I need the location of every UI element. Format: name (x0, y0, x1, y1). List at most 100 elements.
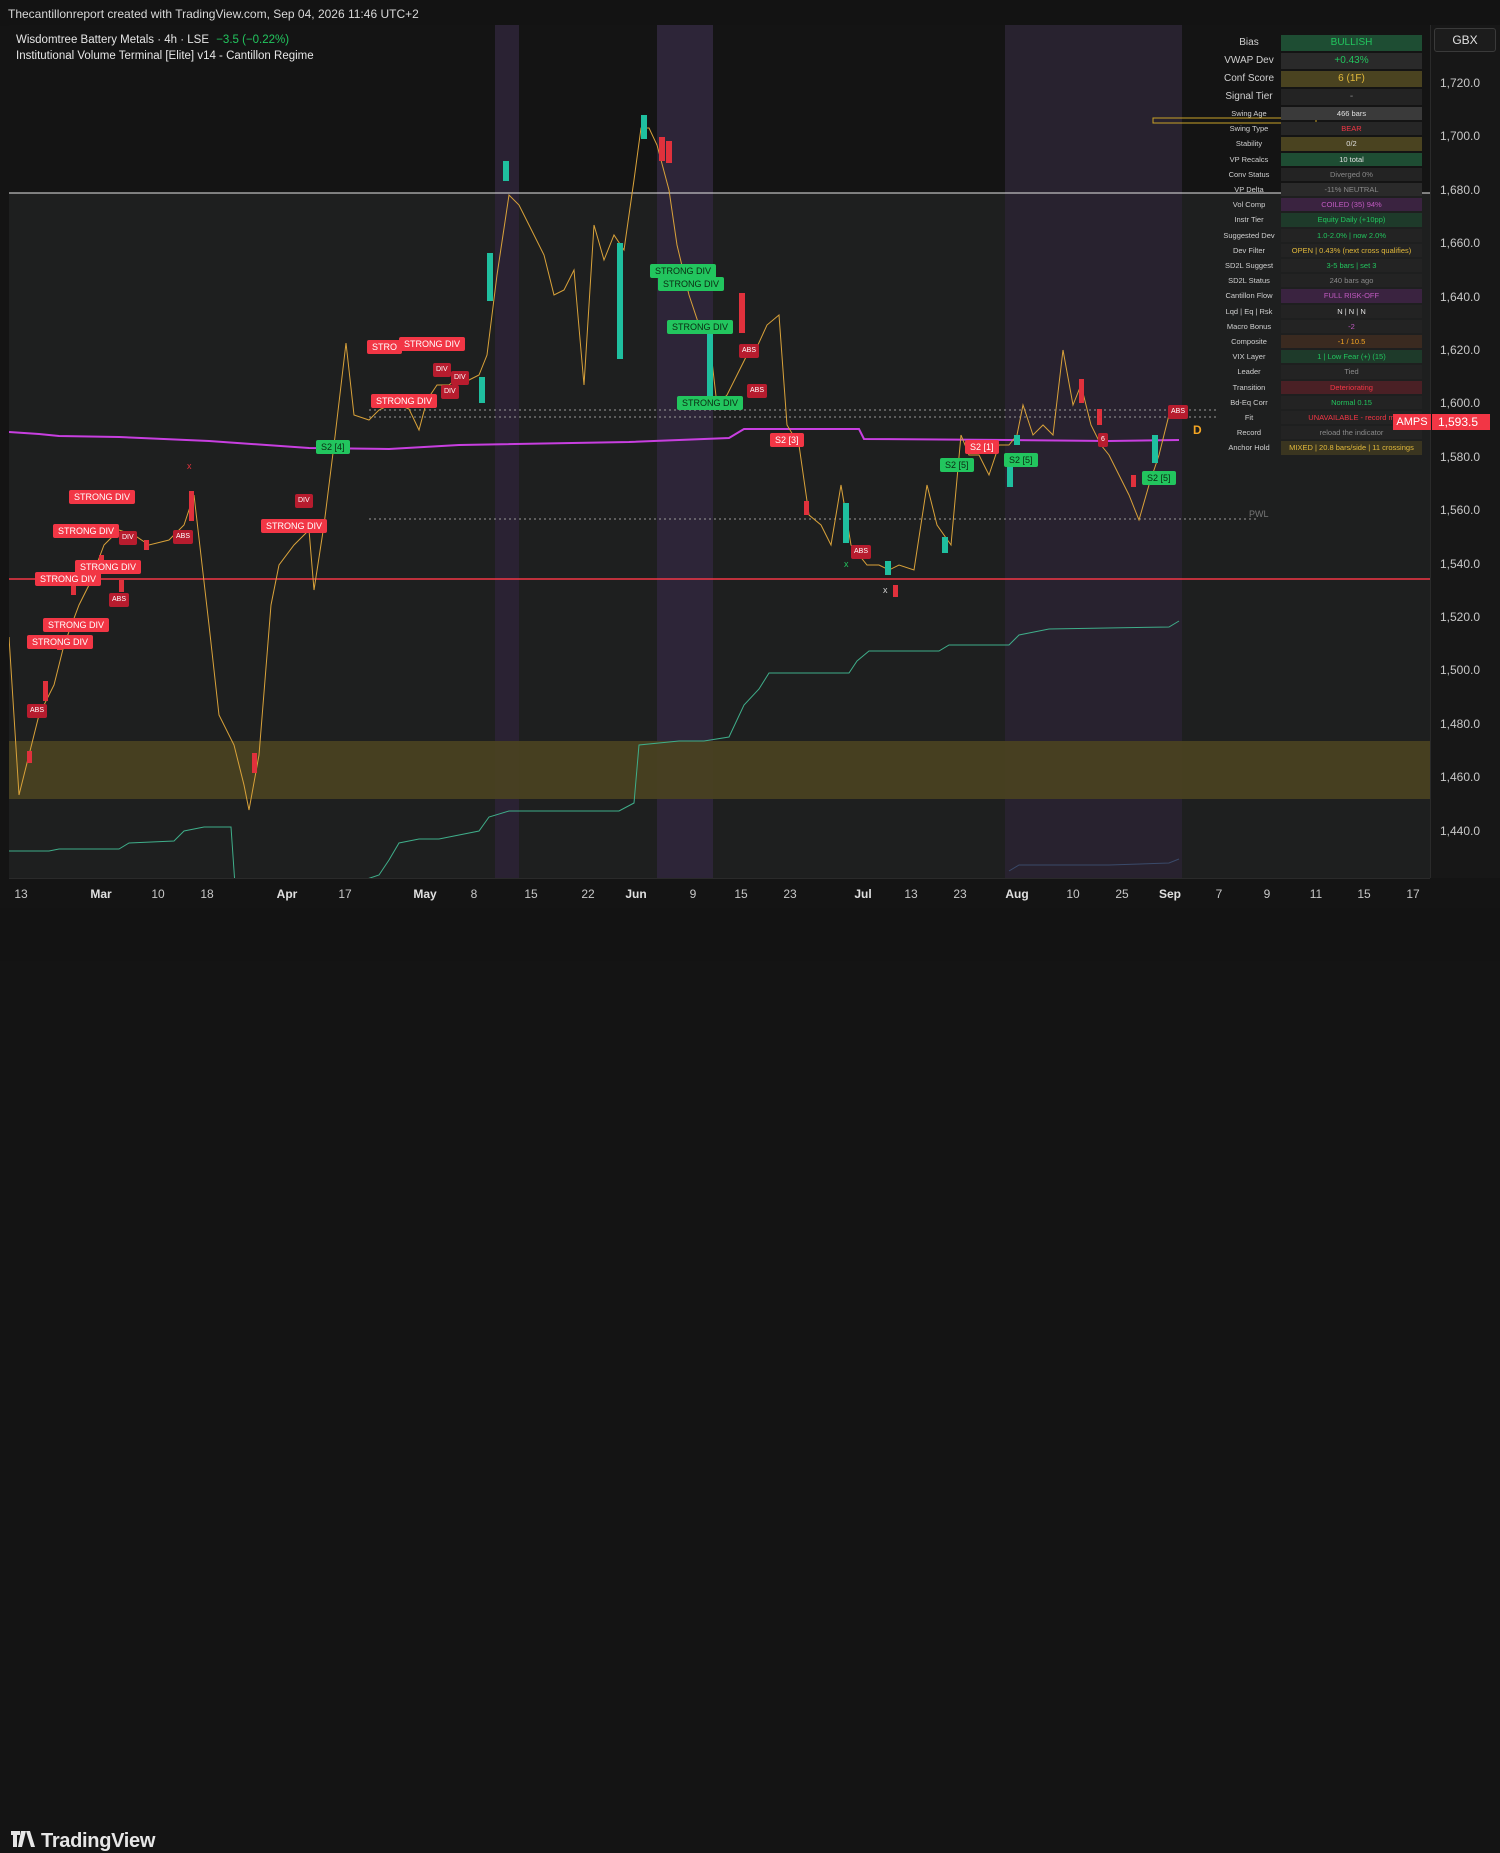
status-label: Instr Tier (1234, 215, 1264, 225)
div-label: DIV (451, 371, 469, 385)
pwl-label: PWL (1249, 509, 1269, 519)
time-axis[interactable]: 13 Mar 10 18 Apr 17 May 8 15 22 Jun 9 15 23 Jul 13 23 Aug… (9, 878, 1430, 909)
status-label: VWAP Dev (1224, 55, 1274, 66)
time-tick: Jul (854, 887, 872, 901)
status-label: Cantillon Flow (1225, 291, 1273, 301)
status-row: Anchor Hold MIXED | 20.8 bars/side | 11 c… (1218, 440, 1423, 455)
status-row: Dev Filter OPEN | 0.43% (next cross quali… (1218, 243, 1423, 258)
status-label: Transition (1232, 382, 1266, 392)
currency-selector[interactable]: GBX (1434, 28, 1496, 52)
time-tick: Aug (1005, 887, 1029, 901)
status-label: Fit (1244, 413, 1254, 422)
status-value: 10 total (1281, 152, 1422, 166)
time-tick: 23 (783, 887, 797, 901)
abs-label: ABS (27, 704, 48, 718)
status-value: Diverged 0% (1281, 167, 1422, 181)
div-label: DIV (433, 363, 451, 377)
status-row: Bd-Eq Corr Normal 0.15 (1218, 395, 1423, 410)
strong-div-label: STRO (367, 340, 403, 354)
symbol-line[interactable]: Wisdomtree Battery Metals · 4h · LSE −3.… (16, 32, 314, 48)
price-tick: 1,500.0 (1440, 663, 1481, 678)
price-tick: 1,560.0 (1440, 503, 1481, 518)
chart-area[interactable]: STRONG DIV STRONG DIV STRONG DIV STRONG … (9, 25, 1430, 878)
x-marker: x (844, 559, 849, 569)
status-value: 1.0-2.0% | now 2.0% (1281, 228, 1422, 242)
time-tick: Jun (625, 887, 647, 901)
status-label: Lqd | Eq | Rsk (1225, 306, 1273, 316)
price-tick: 1,440.0 (1440, 823, 1481, 838)
status-row: Swing Age 466 bars (1218, 106, 1423, 121)
status-row: Swing Type BEAR (1218, 121, 1423, 136)
x-marker: x (883, 585, 888, 595)
time-tick: Sep (1158, 887, 1182, 901)
strong-div-label: STRONG DIV (53, 524, 120, 538)
status-label: VP Delta (1234, 185, 1264, 194)
time-tick: 9 (689, 887, 697, 901)
time-tick: 25 (1115, 887, 1129, 901)
status-row: VWAP Dev +0.43% (1218, 52, 1423, 70)
status-row: Cantillon Flow FULL RISK-OFF (1218, 288, 1423, 303)
attribution-text: Thecantillonreport created with TradingV… (8, 7, 419, 21)
status-row: Bias BULLISH (1218, 34, 1423, 52)
s2-signal-label: S2 [5] (1142, 471, 1176, 485)
price-tick: 1,480.0 (1440, 716, 1481, 731)
status-label: Signal Tier (1225, 91, 1273, 102)
status-value: 240 bars ago (1281, 274, 1422, 288)
time-tick: 22 (581, 887, 595, 901)
time-tick: 15 (734, 887, 748, 901)
x-marker: x (187, 461, 192, 471)
status-row: Macro Bonus -2 (1218, 319, 1423, 334)
status-value: COILED (35) 94% (1281, 198, 1422, 212)
status-value: Normal 0.15 (1281, 395, 1422, 409)
price-tick: 1,620.0 (1440, 343, 1481, 357)
div-label: DIV (441, 385, 459, 399)
status-label: Swing Age (1231, 109, 1267, 118)
status-label: Stability (1235, 139, 1263, 149)
s2-signal-label: S2 [3] (770, 433, 804, 447)
status-row: VP Recalcs 10 total (1218, 152, 1423, 167)
status-value: Equity Daily (+10pp) (1281, 213, 1422, 227)
status-label: Leader (1237, 367, 1261, 377)
status-row: VIX Layer 1 | Low Fear (+) (15) (1218, 349, 1423, 364)
status-value: 466 bars (1281, 107, 1422, 121)
status-label: SD2L Status (1228, 276, 1270, 286)
time-tick: 17 (338, 887, 352, 901)
status-label: Suggested Dev (1223, 230, 1275, 240)
status-label: Swing Type (1229, 124, 1269, 134)
time-tick: May (413, 887, 437, 901)
status-row: Leader Tied (1218, 364, 1423, 379)
time-tick: 10 (1066, 887, 1080, 901)
last-price-flag: 1,593.5 (1432, 414, 1490, 430)
status-row: SD2L Status 240 bars ago (1218, 273, 1423, 288)
count-label: 6 (1098, 433, 1108, 447)
time-tick: 13 (904, 887, 918, 901)
status-row: SD2L Suggest 3-5 bars | set 3 (1218, 258, 1423, 273)
attribution-bar: Thecantillonreport created with TradingV… (0, 0, 1500, 26)
strong-div-label: STRONG DIV (35, 572, 102, 586)
price-tick: 1,700.0 (1440, 129, 1481, 144)
price-tick: 1,680.0 (1440, 182, 1481, 197)
amps-flag: AMPS (1393, 414, 1431, 430)
status-label: Vol Comp (1232, 200, 1266, 210)
status-row: VP Delta -11% NEUTRAL (1218, 182, 1423, 197)
tradingview-logo[interactable]: TradingView (11, 1830, 155, 1853)
time-tick: 15 (1357, 887, 1371, 901)
indicator-name[interactable]: Institutional Volume Terminal [Elite] v1… (16, 48, 314, 64)
status-label: Bd-Eq Corr (1230, 397, 1268, 407)
s2-signal-label: S2 [5] (940, 458, 974, 472)
price-tick: 1,520.0 (1440, 610, 1481, 624)
time-tick: 17 (1406, 887, 1420, 901)
strong-div-label: STRONG DIV (43, 618, 110, 632)
status-row: Conf Score 6 (1F) (1218, 70, 1423, 88)
status-value: N | N | N (1281, 304, 1422, 318)
status-value: BULLISH (1281, 35, 1422, 51)
status-value: OPEN | 0.43% (next cross qualifies) (1281, 243, 1422, 257)
s2-signal-label: S2 [5] (1004, 453, 1038, 467)
status-row: Conv Status Diverged 0% (1218, 167, 1423, 182)
abs-label: ABS (109, 593, 130, 607)
status-row: Composite -1 / 10.5 (1218, 334, 1423, 349)
strong-div-label: STRONG DIV (677, 396, 744, 410)
price-tick: 1,580.0 (1440, 449, 1481, 464)
status-label: Anchor Hold (1228, 443, 1270, 453)
status-label: Bias (1239, 37, 1259, 48)
